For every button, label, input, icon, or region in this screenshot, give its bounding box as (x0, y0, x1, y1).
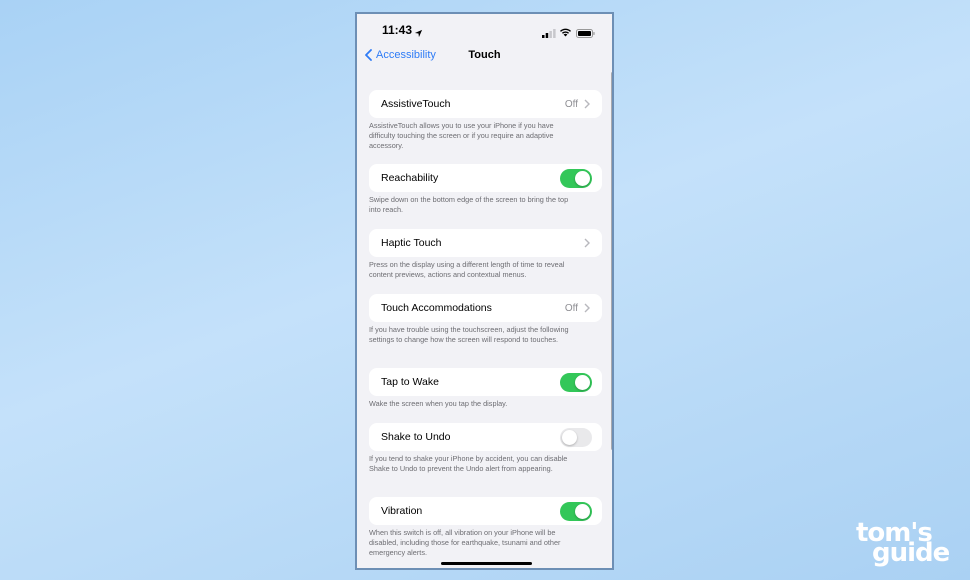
phone-screen: 11:43 Accessibility Touch AssistiveTouch… (355, 12, 614, 570)
toggle-knob (575, 374, 590, 390)
reachability-toggle[interactable] (560, 168, 592, 188)
wifi-icon (559, 24, 572, 42)
row-label: Haptic Touch (381, 237, 442, 249)
chevron-right-icon (584, 238, 590, 248)
cellular-signal-icon (542, 25, 556, 43)
home-indicator[interactable] (441, 562, 532, 565)
vibration-toggle[interactable] (560, 501, 592, 521)
location-arrow-icon (414, 25, 423, 43)
chevron-right-icon (584, 99, 590, 109)
row-tap-to-wake: Tap to Wake (369, 368, 602, 396)
navigation-bar: Accessibility Touch (357, 44, 612, 70)
row-assistivetouch[interactable]: AssistiveTouch Off (369, 90, 602, 118)
status-time: 11:43 (382, 23, 413, 37)
tap-to-wake-toggle[interactable] (560, 372, 592, 392)
row-footer-text: If you have trouble using the touchscree… (369, 325, 569, 344)
row-reachability: Reachability (369, 164, 602, 192)
row-footer-text: If you tend to shake your iPhone by acci… (369, 454, 568, 473)
chevron-right-icon (584, 303, 590, 313)
toggle-knob (575, 170, 590, 186)
row-label: Tap to Wake (381, 376, 439, 388)
page-title: Touch (468, 49, 501, 61)
row-label: Reachability (381, 172, 439, 184)
logo-line-2: guide (872, 538, 950, 568)
row-label: AssistiveTouch (381, 98, 451, 110)
row-footer-text: Swipe down on the bottom edge of the scr… (369, 195, 569, 214)
toms-guide-logo: tom's guide (850, 518, 960, 570)
row-touch-accommodations[interactable]: Touch Accommodations Off (369, 294, 602, 322)
status-bar: 11:43 (357, 14, 612, 44)
row-shake-to-undo: Shake to Undo (369, 423, 602, 451)
row-haptic-touch[interactable]: Haptic Touch (369, 229, 602, 257)
toggle-knob (575, 503, 590, 519)
row-footer-text: Press on the display using a different l… (369, 260, 565, 279)
row-footer-text: AssistiveTouch allows you to use your iP… (369, 121, 554, 150)
toggle-knob (562, 429, 577, 445)
row-label: Touch Accommodations (381, 302, 492, 314)
row-value: Off (564, 302, 578, 314)
scroll-indicator[interactable] (611, 72, 612, 450)
row-footer-text: When this switch is off, all vibration o… (369, 528, 561, 557)
shake-to-undo-toggle[interactable] (560, 427, 592, 447)
row-vibration: Vibration (369, 497, 602, 525)
battery-icon (576, 25, 595, 43)
row-value: Off (564, 98, 578, 110)
row-footer-text: Wake the screen when you tap the display… (369, 399, 508, 408)
row-label: Shake to Undo (381, 431, 451, 443)
row-label: Vibration (381, 505, 423, 517)
